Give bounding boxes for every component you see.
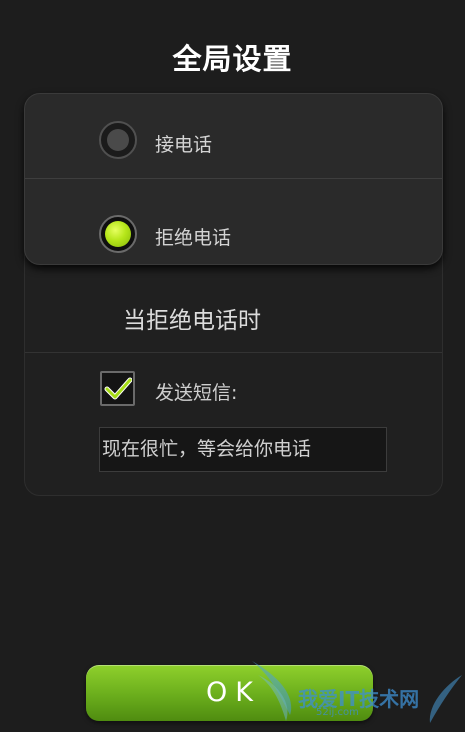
radio-answer-call[interactable] (99, 121, 137, 159)
checkmark-icon (104, 377, 132, 400)
watermark: 我爱IT技术网 52ij.com (250, 655, 465, 732)
option-answer-call[interactable]: 接电话 (25, 94, 442, 178)
on-reject-heading: 当拒绝电话时 (123, 308, 261, 334)
watermark-sub: 52ij.com (316, 707, 359, 718)
send-sms-label: 发送短信: (155, 382, 238, 404)
sms-message-input[interactable]: 现在很忙，等会给你电话 (99, 427, 387, 472)
dialog-title: 全局设置 (172, 42, 293, 76)
option-answer-call-label: 接电话 (155, 134, 213, 156)
send-sms-checkbox[interactable] (100, 371, 135, 406)
call-action-popup: 接电话 拒绝电话 (24, 93, 443, 265)
divider (25, 352, 442, 353)
option-reject-call-label: 拒绝电话 (155, 227, 232, 249)
option-reject-call[interactable]: 拒绝电话 (25, 179, 442, 263)
radio-reject-call[interactable] (99, 215, 137, 253)
